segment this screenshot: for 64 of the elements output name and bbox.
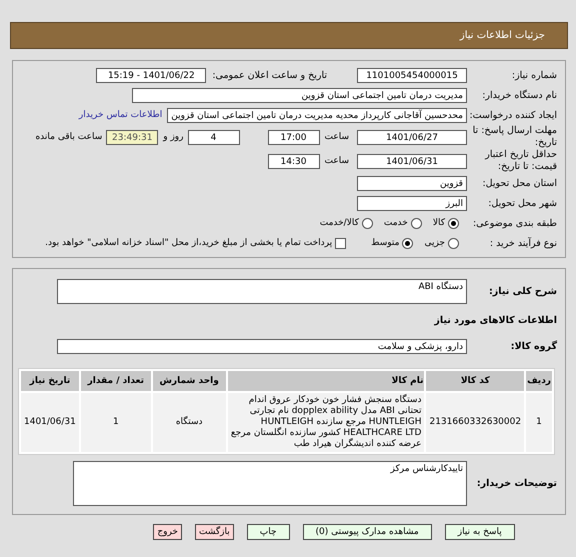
field-label: خدمت [384,218,408,228]
field-label: حداقل تاریخ اعتبار قیمت: تا تاریخ: [484,149,558,173]
column-header: نام کالا [228,371,424,391]
field-label: مهلت ارسال پاسخ: تا تاریخ: [472,125,558,149]
input-field[interactable]: قزوین [357,176,467,190]
field-label: گروه کالا: [510,340,558,352]
input-field[interactable]: 1101005454000015 [357,68,467,82]
table-cell: 1 [80,393,151,452]
field-label: نوع فرآیند خرید : [488,238,558,248]
table-cell: دستگاه سنجش فشار خون خودکار عروق اندام تحتانی ABI مدل dopplex ability نام تجارتی HUNTLEIGH مرجع سازنده HUNTLEIGH HEALTHCARE LTD کشور سازنده انگلستان مرجع عرضه کننده اندیشگران هیراد طب [228,393,424,452]
field-label: شرح کلی نیاز: [488,286,558,297]
column-header: ردیف [526,371,552,391]
input-field[interactable]: دستگاه ABI [57,279,467,304]
field-label: طبقه بندی موضوعی: [472,218,558,228]
input-field[interactable]: مدیریت درمان تامین اجتماعی استان قزوین [132,88,467,102]
column-header: کد کالا [426,371,524,391]
input-field[interactable]: 1401/06/22 - 15:19 [96,68,206,82]
input-field[interactable]: 17:00 [268,130,320,144]
field-label: جزیی [424,238,445,248]
field-label: متوسط [371,238,400,248]
action-button[interactable]: بازگشت [195,524,234,540]
column-header: تاریخ نیاز [21,371,79,391]
contact-link[interactable]: اطلاعات تماس خریدار [78,110,162,120]
field-label: ایجاد کننده درخواست: [468,110,558,120]
field-label: نام دستگاه خریدار: [481,90,558,100]
input-field[interactable]: محدحسین آقاجانی کارپرداز محدیه مدیریت درمان تامین اجتماعی استان قزوین [167,108,467,122]
column-header: واحد شمارش [152,371,226,391]
action-button[interactable]: خروج [153,524,182,540]
input-field[interactable]: البرز [357,196,467,210]
table-cell: 1 [526,393,552,452]
radio-button[interactable] [448,238,459,248]
table-cell: دستگاه [152,393,226,452]
radio-button[interactable] [448,218,459,228]
field-label: روز و [163,132,184,142]
checkbox[interactable] [335,238,346,248]
input-field[interactable]: 1401/06/31 [357,154,467,168]
field-label: تاریخ و ساعت اعلان عمومی: [212,70,327,80]
field-label: کالا/خدمت [320,218,359,228]
section-title: اطلاعات کالاهای مورد نیاز [434,314,558,326]
page-title: جزئیات اطلاعات نیاز [460,30,545,41]
table-cell: 1401/06/31 [21,393,79,452]
field-label: پرداخت تمام یا بخشی از مبلغ خرید،از محل "اسناد خزانه اسلامی" خواهد بود. [45,238,332,248]
radio-button[interactable] [402,238,414,248]
field-label: کالا [432,218,445,228]
input-field[interactable]: دارو، پزشکی و سلامت [57,338,467,354]
input-field[interactable]: 1401/06/27 [357,130,467,144]
input-field[interactable]: 14:30 [268,154,320,168]
radio-button[interactable] [410,218,422,228]
action-button[interactable]: چاپ [246,524,290,540]
text-area[interactable]: تاییدکارشناس مرکز [73,461,467,506]
column-header: تعداد / مقدار [80,371,151,391]
input-field[interactable]: 4 [188,130,240,144]
field-label: ساعت [324,156,349,166]
action-button[interactable]: پاسخ به نیاز [444,524,515,540]
field-label: توضیحات خریدار: [476,478,558,489]
table-cell: 2131660332630002 [426,393,524,452]
field-label: شهر محل تحویل: [487,198,558,208]
field-label: ساعت [324,132,349,142]
field-label: استان محل تحویل: [481,178,558,188]
countdown-field[interactable]: 23:49:31 [106,130,158,144]
radio-button[interactable] [362,218,373,228]
action-button[interactable]: مشاهده مدارک پیوستی (0) [302,524,432,540]
field-label: ساعت باقی مانده [35,132,102,142]
field-label: شماره نیاز: [510,70,558,80]
